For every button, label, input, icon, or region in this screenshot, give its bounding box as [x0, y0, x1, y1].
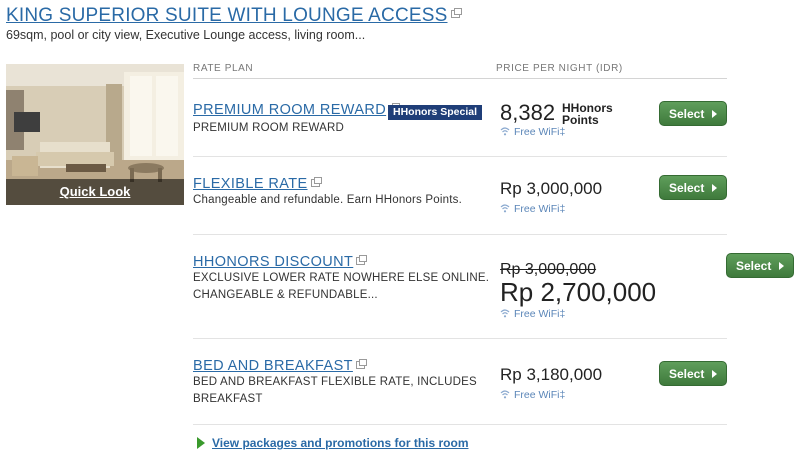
external-link-icon [355, 359, 367, 369]
select-button-label: Select [669, 181, 705, 195]
wifi-icon [500, 309, 510, 318]
rate-plan-description: EXCLUSIVE LOWER RATE NOWHERE ELSE ONLINE… [193, 270, 489, 304]
rate-row-hhonors-discount: HHONORS DISCOUNT EXCLUSIVE LOWER RATE NO… [193, 235, 794, 339]
wifi-icon [500, 390, 510, 399]
points-price: 8,382 [500, 100, 556, 125]
rate-row-bed-and-breakfast: BED AND BREAKFAST BED AND BREAKFAST FLEX… [193, 339, 727, 425]
rate-plan-name: FLEXIBLE RATE [193, 176, 308, 192]
room-photo[interactable]: Quick Look [6, 64, 184, 205]
select-button-label: Select [669, 367, 705, 381]
room-title-link[interactable]: KING SUPERIOR SUITE WITH LOUNGE ACCESS [6, 5, 462, 27]
wifi-icon [500, 127, 510, 136]
rate-plan-description: BED AND BREAKFAST FLEXIBLE RATE, INCLUDE… [193, 374, 477, 408]
view-packages-text: View packages and promotions for this ro… [212, 436, 469, 450]
rate-row-flexible-rate: FLEXIBLE RATE Changeable and refundable.… [193, 157, 727, 235]
rate-row-premium-room-reward: PREMIUM ROOM REWARD HHonors Special PREM… [193, 79, 727, 157]
play-arrow-icon [197, 437, 205, 449]
wifi-icon [500, 204, 510, 213]
room-title: KING SUPERIOR SUITE WITH LOUNGE ACCESS [6, 5, 448, 26]
rate-price: Rp 3,180,000 [500, 365, 603, 384]
select-button-label: Select [669, 107, 705, 121]
points-unit: HHonors Points [562, 102, 613, 126]
rate-plan-link[interactable]: FLEXIBLE RATE [193, 176, 322, 192]
chevron-right-icon [712, 110, 717, 118]
external-link-icon [356, 255, 368, 265]
points-unit-line2: Points [562, 113, 599, 127]
rate-plan-description-line2: CHANGEABLE & REFUNDABLE... [193, 289, 378, 301]
rate-plan-link[interactable]: BED AND BREAKFAST [193, 358, 367, 374]
free-wifi-text: Free WiFi‡ [514, 389, 566, 401]
rate-price: Rp 3,000,000 [500, 179, 603, 198]
rate-plan-description-line1: EXCLUSIVE LOWER RATE NOWHERE ELSE ONLINE… [193, 272, 490, 284]
external-link-icon [310, 177, 322, 187]
free-wifi-note: Free WiFi‡ [500, 389, 565, 401]
rate-plan-link[interactable]: HHONORS DISCOUNT [193, 254, 368, 270]
room-description: 69sqm, pool or city view, Executive Loun… [6, 28, 366, 42]
external-link-icon [450, 8, 462, 18]
view-packages-link[interactable]: View packages and promotions for this ro… [197, 436, 469, 450]
rate-plan-link[interactable]: PREMIUM ROOM REWARD [193, 102, 401, 118]
rate-plan-name: BED AND BREAKFAST [193, 358, 353, 374]
rate-plan-description-line1: BED AND BREAKFAST FLEXIBLE RATE, INCLUDE… [193, 376, 477, 388]
select-button-label: Select [736, 259, 772, 273]
free-wifi-note: Free WiFi‡ [500, 308, 565, 320]
rate-plan-name: PREMIUM ROOM REWARD [193, 102, 387, 118]
select-button[interactable]: Select [659, 101, 727, 126]
rate-plan-description: PREMIUM ROOM REWARD [193, 122, 344, 134]
select-button[interactable]: Select [726, 253, 794, 278]
free-wifi-note: Free WiFi‡ [500, 126, 565, 138]
rate-plan-description-line2: BREAKFAST [193, 393, 263, 405]
quick-look-link[interactable]: Quick Look [6, 179, 184, 205]
free-wifi-text: Free WiFi‡ [514, 126, 566, 138]
price-header: PRICE PER NIGHT (IDR) [496, 63, 623, 74]
rate-plan-header: RATE PLAN [193, 63, 254, 74]
discounted-price: Rp 2,700,000 [500, 277, 657, 307]
free-wifi-text: Free WiFi‡ [514, 203, 566, 215]
free-wifi-note: Free WiFi‡ [500, 203, 565, 215]
rate-plan-description: Changeable and refundable. Earn HHonors … [193, 194, 462, 206]
chevron-right-icon [779, 262, 784, 270]
chevron-right-icon [712, 370, 717, 378]
chevron-right-icon [712, 184, 717, 192]
select-button[interactable]: Select [659, 175, 727, 200]
free-wifi-text: Free WiFi‡ [514, 308, 566, 320]
hhonors-special-badge: HHonors Special [388, 105, 483, 120]
select-button[interactable]: Select [659, 361, 727, 386]
rate-plan-name: HHONORS DISCOUNT [193, 254, 354, 270]
